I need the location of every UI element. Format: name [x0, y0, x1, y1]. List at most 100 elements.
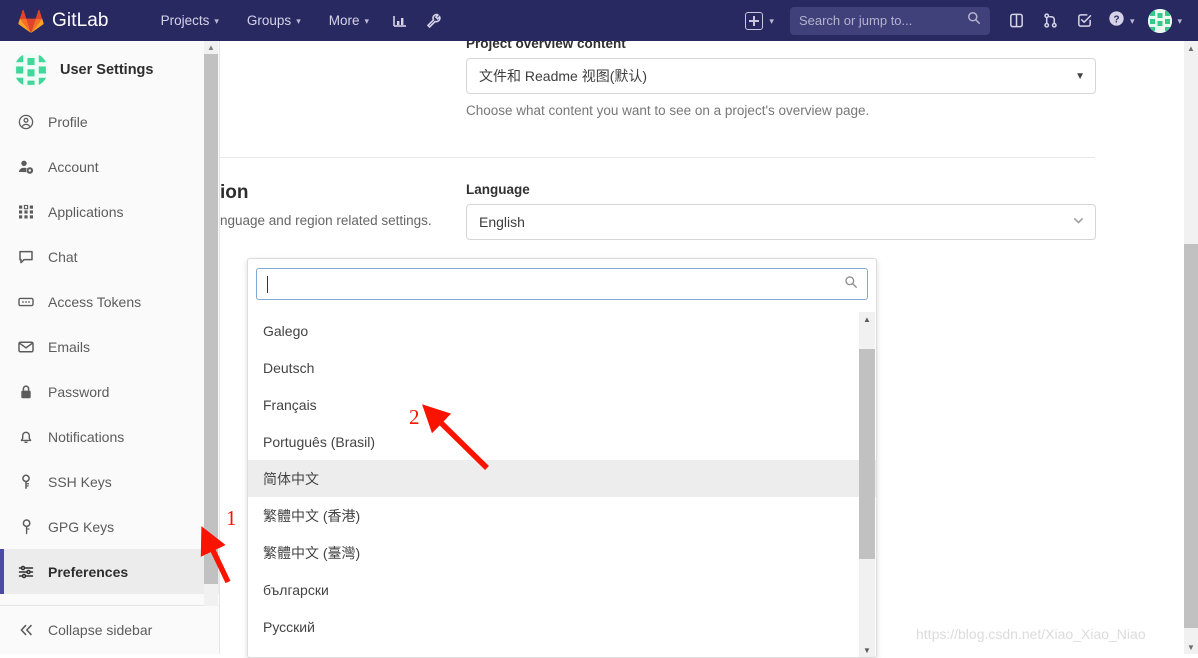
- language-option-label: Deutsch: [263, 359, 315, 376]
- language-option-portugues-brasil[interactable]: Português (Brasil): [248, 423, 876, 460]
- sidebar-item-label: Account: [48, 158, 99, 175]
- text-cursor: [267, 275, 268, 293]
- language-dropdown-panel: Galego Deutsch Français Português (Brasi…: [247, 258, 877, 658]
- sidebar-item-label: Password: [48, 383, 110, 400]
- sidebar-item-notifications[interactable]: Notifications: [0, 414, 219, 459]
- chevron-down-icon: [1072, 214, 1085, 230]
- search-placeholder: Search or jump to...: [798, 13, 913, 28]
- double-chevron-left-icon: [17, 622, 35, 638]
- sidebar-item-label: Access Tokens: [48, 293, 142, 310]
- sidebar-item-access-tokens[interactable]: Access Tokens: [0, 279, 219, 324]
- language-options-list: Galego Deutsch Français Português (Brasi…: [248, 312, 876, 657]
- project-overview-content-help: Choose what content you want to see on a…: [466, 103, 870, 118]
- sidebar-item-emails[interactable]: Emails: [0, 324, 219, 369]
- sidebar-item-account[interactable]: Account: [0, 144, 219, 189]
- sidebar-item-label: Chat: [48, 248, 78, 265]
- language-option-galego[interactable]: Galego: [248, 312, 876, 349]
- sidebar-item-label: GPG Keys: [48, 518, 115, 535]
- sidebar-item-ssh-keys[interactable]: SSH Keys: [0, 459, 219, 504]
- language-option-russian[interactable]: Русский: [248, 608, 876, 645]
- sidebar-item-label: Profile: [48, 113, 88, 130]
- project-overview-content-value: 文件和 Readme 视图(默认): [479, 68, 648, 84]
- language-search-input[interactable]: [256, 268, 868, 300]
- language-select-value: English: [479, 214, 525, 230]
- localization-section-fields: Language English: [466, 182, 1096, 240]
- localization-section-title: ion: [220, 182, 249, 203]
- sidebar-scrollbar[interactable]: ▲: [204, 41, 218, 606]
- triangle-up-icon[interactable]: ▲: [204, 41, 218, 54]
- plus-square-icon: [745, 11, 764, 30]
- nav-groups-menu[interactable]: Groups ▾: [233, 0, 315, 41]
- gitlab-fox-logo-icon: [18, 9, 44, 33]
- language-option-francais[interactable]: Français: [248, 386, 876, 423]
- chevron-down-icon: ▾: [769, 16, 774, 26]
- triangle-up-icon[interactable]: ▲: [1184, 41, 1198, 55]
- svg-text:?: ?: [1113, 14, 1119, 25]
- language-dropdown-scrollbar[interactable]: ▲ ▼: [859, 312, 875, 657]
- token-icon: [17, 294, 35, 310]
- language-option-bulgarian[interactable]: български: [248, 571, 876, 608]
- sidebar-item-applications[interactable]: Applications: [0, 189, 219, 234]
- user-menu[interactable]: ▾: [1140, 8, 1188, 33]
- user-settings-sidebar: User Settings Profile Account Applicatio…: [0, 41, 220, 654]
- sidebar-item-label: Emails: [48, 338, 91, 355]
- todos-icon[interactable]: [1068, 0, 1102, 41]
- sidebar-scrollbar-thumb[interactable]: [204, 54, 218, 584]
- nav-projects-menu[interactable]: Projects ▾: [147, 0, 233, 41]
- window-scrollbar-thumb[interactable]: [1184, 244, 1198, 628]
- envelope-icon: [17, 339, 35, 355]
- search-icon: [844, 275, 858, 294]
- issues-icon[interactable]: [1000, 0, 1034, 41]
- bell-icon: [17, 429, 35, 445]
- sliders-icon: [17, 564, 35, 580]
- nav-more-label: More: [328, 13, 360, 28]
- sidebar-item-chat[interactable]: Chat: [0, 234, 219, 279]
- language-option-label: български: [263, 581, 329, 598]
- language-option-simplified-chinese[interactable]: 简体中文: [248, 460, 876, 497]
- page-body: User Settings Profile Account Applicatio…: [0, 41, 1198, 658]
- navbar-links: Projects ▾ Groups ▾ More ▾: [147, 0, 451, 41]
- help-icon: ?: [1108, 10, 1125, 32]
- nav-more-menu[interactable]: More ▾: [315, 0, 383, 41]
- sidebar-item-label: Notifications: [48, 428, 125, 445]
- language-option-traditional-chinese-tw[interactable]: 繁體中文 (臺灣): [248, 534, 876, 571]
- language-option-label: 繁體中文 (臺灣): [263, 544, 361, 561]
- user-circle-icon: [17, 114, 35, 130]
- top-navbar: GitLab Projects ▾ Groups ▾ More ▾ ▾ Sear…: [0, 0, 1198, 41]
- project-overview-content-select[interactable]: 文件和 Readme 视图(默认) ▼: [466, 58, 1096, 94]
- sidebar-item-preferences[interactable]: Preferences: [0, 549, 219, 594]
- sidebar-footer: Collapse sidebar: [0, 605, 219, 654]
- analytics-chart-icon[interactable]: [383, 0, 417, 41]
- gitlab-logo-link[interactable]: GitLab: [18, 9, 109, 33]
- sidebar-item-gpg-keys[interactable]: GPG Keys: [0, 504, 219, 549]
- help-menu[interactable]: ? ▾: [1102, 0, 1141, 41]
- window-scrollbar[interactable]: ▲ ▼: [1184, 41, 1198, 654]
- project-overview-content-label: Project overview content: [466, 41, 626, 51]
- language-option-traditional-chinese-hk[interactable]: 繁體中文 (香港): [248, 497, 876, 534]
- gitlab-brand-text: GitLab: [52, 9, 109, 31]
- language-label: Language: [466, 182, 530, 197]
- search-input[interactable]: Search or jump to...: [789, 6, 990, 35]
- triangle-down-icon[interactable]: ▼: [859, 643, 875, 657]
- behavior-section-info: [220, 41, 466, 118]
- behavior-section-fields: Project overview content 文件和 Readme 视图(默…: [466, 41, 1096, 118]
- language-option-label: 繁體中文 (香港): [263, 507, 361, 524]
- language-select[interactable]: English: [466, 204, 1096, 240]
- new-item-menu[interactable]: ▾: [739, 11, 780, 30]
- triangle-up-icon[interactable]: ▲: [859, 312, 875, 326]
- language-dropdown-scrollbar-thumb[interactable]: [859, 349, 875, 559]
- user-avatar-identicon: [14, 53, 48, 87]
- localization-section-description: nguage and region related settings.: [220, 213, 432, 228]
- localization-section-info: ion nguage and region related settings.: [220, 182, 466, 240]
- merge-requests-icon[interactable]: [1034, 0, 1068, 41]
- caret-down-icon: ▼: [1075, 70, 1085, 82]
- triangle-down-icon[interactable]: ▼: [1184, 640, 1198, 654]
- wrench-icon[interactable]: [417, 0, 451, 41]
- chevron-down-icon: ▾: [1177, 16, 1182, 26]
- sidebar-item-profile[interactable]: Profile: [0, 99, 219, 144]
- key-icon: [17, 474, 35, 490]
- language-option-label: Русский: [263, 618, 315, 635]
- language-option-deutsch[interactable]: Deutsch: [248, 349, 876, 386]
- collapse-sidebar-button[interactable]: Collapse sidebar: [0, 606, 219, 654]
- sidebar-item-password[interactable]: Password: [0, 369, 219, 414]
